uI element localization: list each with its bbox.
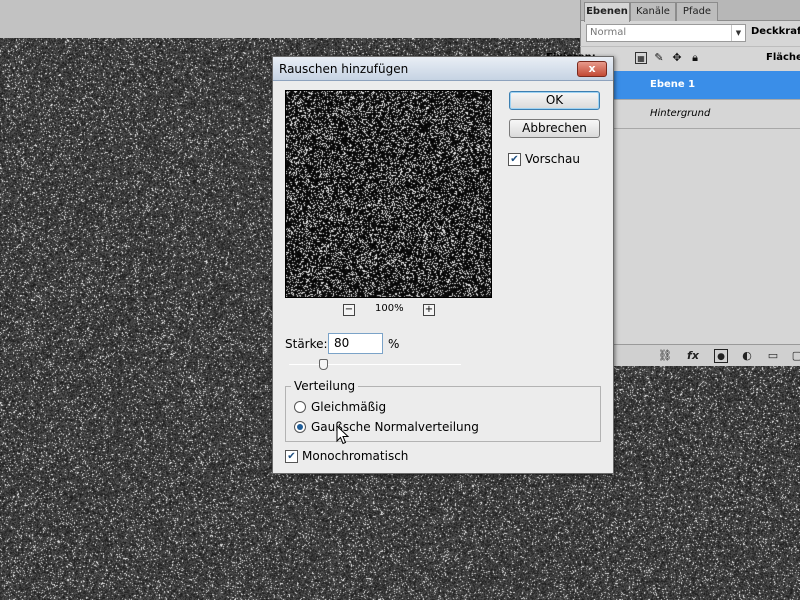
mouse-cursor-icon — [336, 425, 350, 445]
tab-paths[interactable]: Pfade — [676, 2, 718, 21]
zoom-level: 100% — [375, 303, 404, 314]
opacity-label: Deckkraft: — [751, 26, 800, 37]
ok-button[interactable]: OK — [509, 91, 600, 110]
blend-mode-value: Normal — [590, 27, 627, 38]
preview-checkbox[interactable]: ✔ — [508, 153, 521, 166]
group-icon[interactable]: ▭ — [766, 349, 780, 363]
layer-name: Hintergrund — [650, 108, 711, 119]
monochromatic-checkbox[interactable]: ✔ — [285, 450, 298, 463]
cancel-button[interactable]: Abbrechen — [509, 119, 600, 138]
distribution-legend: Verteilung — [291, 379, 359, 393]
tab-layers[interactable]: Ebenen — [584, 2, 630, 22]
adjustment-icon[interactable]: ◐ — [740, 349, 754, 363]
radio-gaussian[interactable] — [294, 421, 306, 433]
add-noise-dialog: Rauschen hinzufügen x − 100% + OK Abbrec… — [272, 56, 614, 474]
dialog-titlebar[interactable]: Rauschen hinzufügen x — [273, 57, 613, 81]
radio-uniform[interactable] — [294, 401, 306, 413]
fill-label: Fläche: — [766, 52, 800, 63]
lock-image-icon[interactable]: ✎ — [653, 52, 665, 64]
amount-unit: % — [388, 337, 400, 351]
uniform-label[interactable]: Gleichmäßig — [311, 400, 386, 414]
blend-mode-select[interactable]: Normal ▼ — [586, 24, 746, 42]
lock-transparency-icon[interactable]: ▦ — [635, 52, 647, 64]
new-layer-icon[interactable]: ▢ — [790, 349, 800, 363]
lock-position-icon[interactable]: ✥ — [671, 52, 683, 64]
fx-icon[interactable]: fx — [686, 349, 700, 363]
mask-icon[interactable]: ● — [714, 349, 728, 363]
chevron-down-icon[interactable]: ▼ — [731, 25, 745, 41]
layer-name: Ebene 1 — [650, 79, 696, 90]
tab-channels[interactable]: Kanäle — [630, 2, 676, 21]
monochromatic-label[interactable]: Monochromatisch — [302, 449, 408, 463]
amount-label: Stärke: — [285, 337, 328, 351]
amount-slider-thumb[interactable] — [319, 359, 329, 370]
lock-all-icon[interactable]: 🔒︎ — [689, 52, 701, 64]
close-button[interactable]: x — [577, 61, 607, 77]
preview-label[interactable]: Vorschau — [525, 152, 580, 166]
noise-preview — [286, 91, 491, 297]
amount-slider-track[interactable] — [289, 364, 461, 365]
zoom-in-button[interactable]: + — [423, 304, 435, 316]
panel-tabs: Ebenen Kanäle Pfade — [581, 0, 800, 22]
preview-image[interactable] — [285, 90, 492, 298]
amount-input[interactable]: 80 — [328, 333, 383, 354]
dialog-title: Rauschen hinzufügen — [279, 62, 409, 76]
zoom-out-button[interactable]: − — [343, 304, 355, 316]
link-icon[interactable]: ⛓ — [658, 349, 672, 363]
